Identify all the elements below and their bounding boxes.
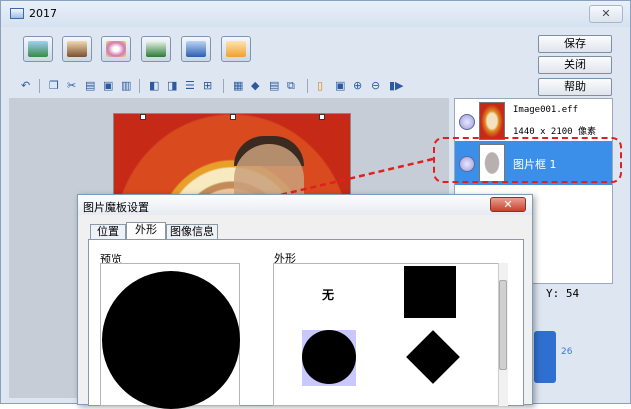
layer-size: 1440 x 2100 像素: [513, 127, 597, 137]
layer-thumbnail: [479, 102, 505, 140]
fill-icon[interactable]: ◆: [251, 80, 259, 92]
layer-name: Image001.eff: [513, 105, 579, 115]
selection-handle[interactable]: [140, 114, 146, 120]
photo-tool-button[interactable]: [62, 36, 92, 62]
background-icon: [28, 41, 48, 57]
page-icon[interactable]: ▯: [317, 80, 323, 92]
app-icon: [10, 8, 24, 19]
picture-template-dialog: 图片魔板设置 ✕ 位置 外形 图像信息 预览 外形 无: [77, 194, 533, 409]
preview-circle-shape: [102, 271, 240, 409]
play-icon[interactable]: ▮▶: [389, 80, 404, 92]
toolbar-separator: [39, 79, 40, 93]
layer-visibility-icon[interactable]: [459, 114, 475, 130]
shape-option-circle[interactable]: [302, 330, 356, 384]
coordinate-readout: Y: 54: [546, 287, 580, 300]
edit-toolbar: ↶ ❐ ✂ ▤ ▣ ▥ ◧ ◨ ☰ ⊞ ▦ ◆ ▤ ⧉ ▯ ▣ ⊕ ⊖ ▮▶: [19, 77, 419, 95]
tab-image-info[interactable]: 图像信息: [166, 224, 218, 239]
selection-handle[interactable]: [319, 114, 325, 120]
preview-box: [100, 263, 240, 409]
background-tool-button[interactable]: [23, 36, 53, 62]
main-window: 2017 ✕ 保存 关闭 帮助 ↶ ❐ ✂ ▤ ▣ ▥ ◧ ◨ ☰ ⊞ ▦ ◆ …: [0, 0, 631, 409]
ruler-value: 26: [561, 347, 573, 357]
window-close-button[interactable]: ✕: [589, 5, 623, 23]
window-icon[interactable]: ⧉: [287, 80, 295, 92]
save-button[interactable]: 保存: [538, 35, 612, 53]
line-icon: [186, 41, 206, 57]
tab-position[interactable]: 位置: [90, 224, 126, 239]
delete-icon[interactable]: ▥: [121, 80, 131, 92]
send-back-icon[interactable]: ◨: [167, 80, 177, 92]
line-tool-button[interactable]: [181, 36, 211, 62]
select-all-icon[interactable]: ▣: [103, 80, 113, 92]
shape-option-diamond[interactable]: [406, 330, 460, 384]
help-button[interactable]: 帮助: [538, 78, 612, 96]
properties-icon[interactable]: ▤: [269, 80, 279, 92]
decoration-icon: [106, 41, 126, 57]
distribute-icon[interactable]: ⊞: [203, 80, 212, 92]
shape-grid: 无: [273, 263, 507, 406]
paste-icon[interactable]: ▤: [85, 80, 95, 92]
dialog-title-bar: 图片魔板设置 ✕: [78, 195, 532, 215]
title-bar: 2017 ✕: [1, 1, 630, 27]
pointer-icon: [226, 41, 246, 57]
photo-icon: [67, 41, 87, 57]
scrollbar-thumb[interactable]: [499, 280, 507, 370]
shape-option-square[interactable]: [404, 266, 456, 318]
grid-icon[interactable]: ▦: [233, 80, 243, 92]
decoration-tool-button[interactable]: [101, 36, 131, 62]
selection-handle[interactable]: [230, 114, 236, 120]
fit-icon[interactable]: ▣: [335, 80, 345, 92]
text-icon: [146, 41, 166, 57]
window-title: 2017: [29, 7, 57, 20]
highlight-annotation: [433, 137, 622, 183]
toolbar-separator: [223, 79, 224, 93]
dialog-title: 图片魔板设置: [83, 201, 149, 214]
toolbar-separator: [139, 79, 140, 93]
copy-icon[interactable]: ❐: [49, 80, 59, 92]
selected-object-marker: [534, 331, 556, 383]
text-tool-button[interactable]: [141, 36, 171, 62]
undo-icon[interactable]: ↶: [21, 80, 30, 92]
close-button[interactable]: 关闭: [538, 56, 612, 74]
dialog-close-button[interactable]: ✕: [490, 197, 526, 212]
toolbar-separator: [307, 79, 308, 93]
zoom-in-icon[interactable]: ⊕: [353, 80, 362, 92]
zoom-out-icon[interactable]: ⊖: [371, 80, 380, 92]
bring-front-icon[interactable]: ◧: [149, 80, 159, 92]
pointer-tool-button[interactable]: [221, 36, 251, 62]
align-icon[interactable]: ☰: [185, 80, 195, 92]
cut-icon[interactable]: ✂: [67, 80, 76, 92]
shape-option-none[interactable]: 无: [322, 286, 334, 303]
